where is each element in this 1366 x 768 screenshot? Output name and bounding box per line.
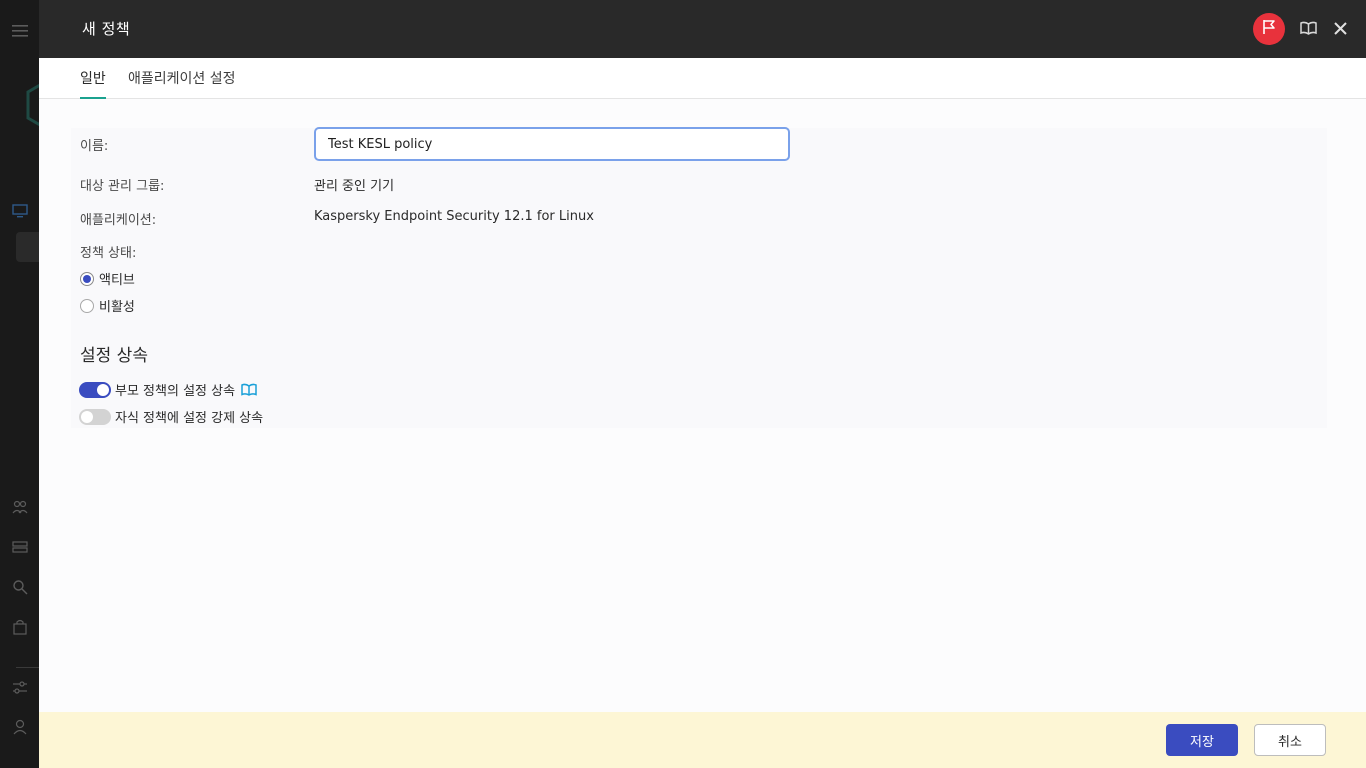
users-icon[interactable] bbox=[0, 496, 39, 518]
status-active-label: 액티브 bbox=[99, 273, 135, 288]
status-active-option[interactable]: 액티브 bbox=[80, 269, 135, 288]
sliders-icon[interactable] bbox=[0, 677, 39, 699]
dialog-content: 이름: 대상 관리 그룹: 관리 중인 기기 애플리케이션: Kaspersky… bbox=[39, 99, 1366, 712]
monitor-icon[interactable] bbox=[0, 200, 39, 222]
dialog-title: 새 정책 bbox=[82, 20, 131, 38]
target-group-label: 대상 관리 그룹: bbox=[80, 179, 165, 194]
app-sidebar bbox=[0, 0, 40, 768]
force-child-toggle[interactable] bbox=[79, 408, 111, 425]
close-button[interactable] bbox=[1327, 13, 1353, 45]
form-card bbox=[71, 128, 1327, 428]
book-icon bbox=[1299, 20, 1317, 39]
force-child-row: 자식 정책에 설정 강제 상속 bbox=[79, 407, 263, 426]
force-child-label: 자식 정책에 설정 강제 상속 bbox=[115, 411, 264, 426]
tab-general[interactable]: 일반 bbox=[80, 68, 106, 100]
book-icon[interactable] bbox=[241, 383, 257, 396]
status-inactive-option[interactable]: 비활성 bbox=[80, 296, 135, 315]
flag-button[interactable] bbox=[1253, 13, 1285, 45]
policy-name-input[interactable] bbox=[314, 127, 790, 161]
tab-bar: 일반 애플리케이션 설정 bbox=[39, 58, 1366, 100]
cancel-button[interactable]: 취소 bbox=[1254, 724, 1326, 756]
servers-icon[interactable] bbox=[0, 537, 39, 557]
person-icon[interactable] bbox=[0, 716, 39, 738]
policy-status-label: 정책 상태: bbox=[80, 246, 137, 261]
menu-icon[interactable] bbox=[0, 20, 39, 42]
new-policy-dialog: 새 정책 일반 애플리케이션 설정 이름: 대상 관리 그룹: 관리 중인 기기… bbox=[39, 0, 1366, 768]
name-label: 이름: bbox=[80, 139, 109, 154]
close-icon bbox=[1333, 20, 1347, 39]
sidebar-divider bbox=[16, 667, 39, 668]
application-label: 애플리케이션: bbox=[80, 213, 157, 228]
status-inactive-radio[interactable] bbox=[80, 298, 94, 313]
inheritance-section-title: 설정 상속 bbox=[80, 346, 148, 366]
inherit-parent-label: 부모 정책의 설정 상속 bbox=[115, 384, 236, 399]
status-active-radio[interactable] bbox=[80, 271, 94, 286]
logo-icon bbox=[26, 80, 40, 130]
sidebar-selected-item[interactable] bbox=[16, 232, 39, 262]
dialog-footer: 저장 취소 bbox=[39, 712, 1366, 768]
tab-application-settings[interactable]: 애플리케이션 설정 bbox=[128, 68, 236, 97]
search-icon[interactable] bbox=[0, 576, 39, 598]
flag-icon bbox=[1262, 19, 1276, 39]
status-inactive-label: 비활성 bbox=[99, 300, 135, 315]
application-value: Kaspersky Endpoint Security 12.1 for Lin… bbox=[314, 209, 594, 224]
help-book-button[interactable] bbox=[1295, 13, 1321, 45]
save-button[interactable]: 저장 bbox=[1166, 724, 1238, 756]
dialog-header: 새 정책 bbox=[39, 0, 1366, 58]
target-group-value: 관리 중인 기기 bbox=[314, 179, 395, 194]
bag-icon[interactable] bbox=[0, 616, 39, 638]
inherit-parent-row: 부모 정책의 설정 상속 bbox=[79, 380, 257, 399]
inherit-parent-toggle[interactable] bbox=[79, 381, 111, 398]
